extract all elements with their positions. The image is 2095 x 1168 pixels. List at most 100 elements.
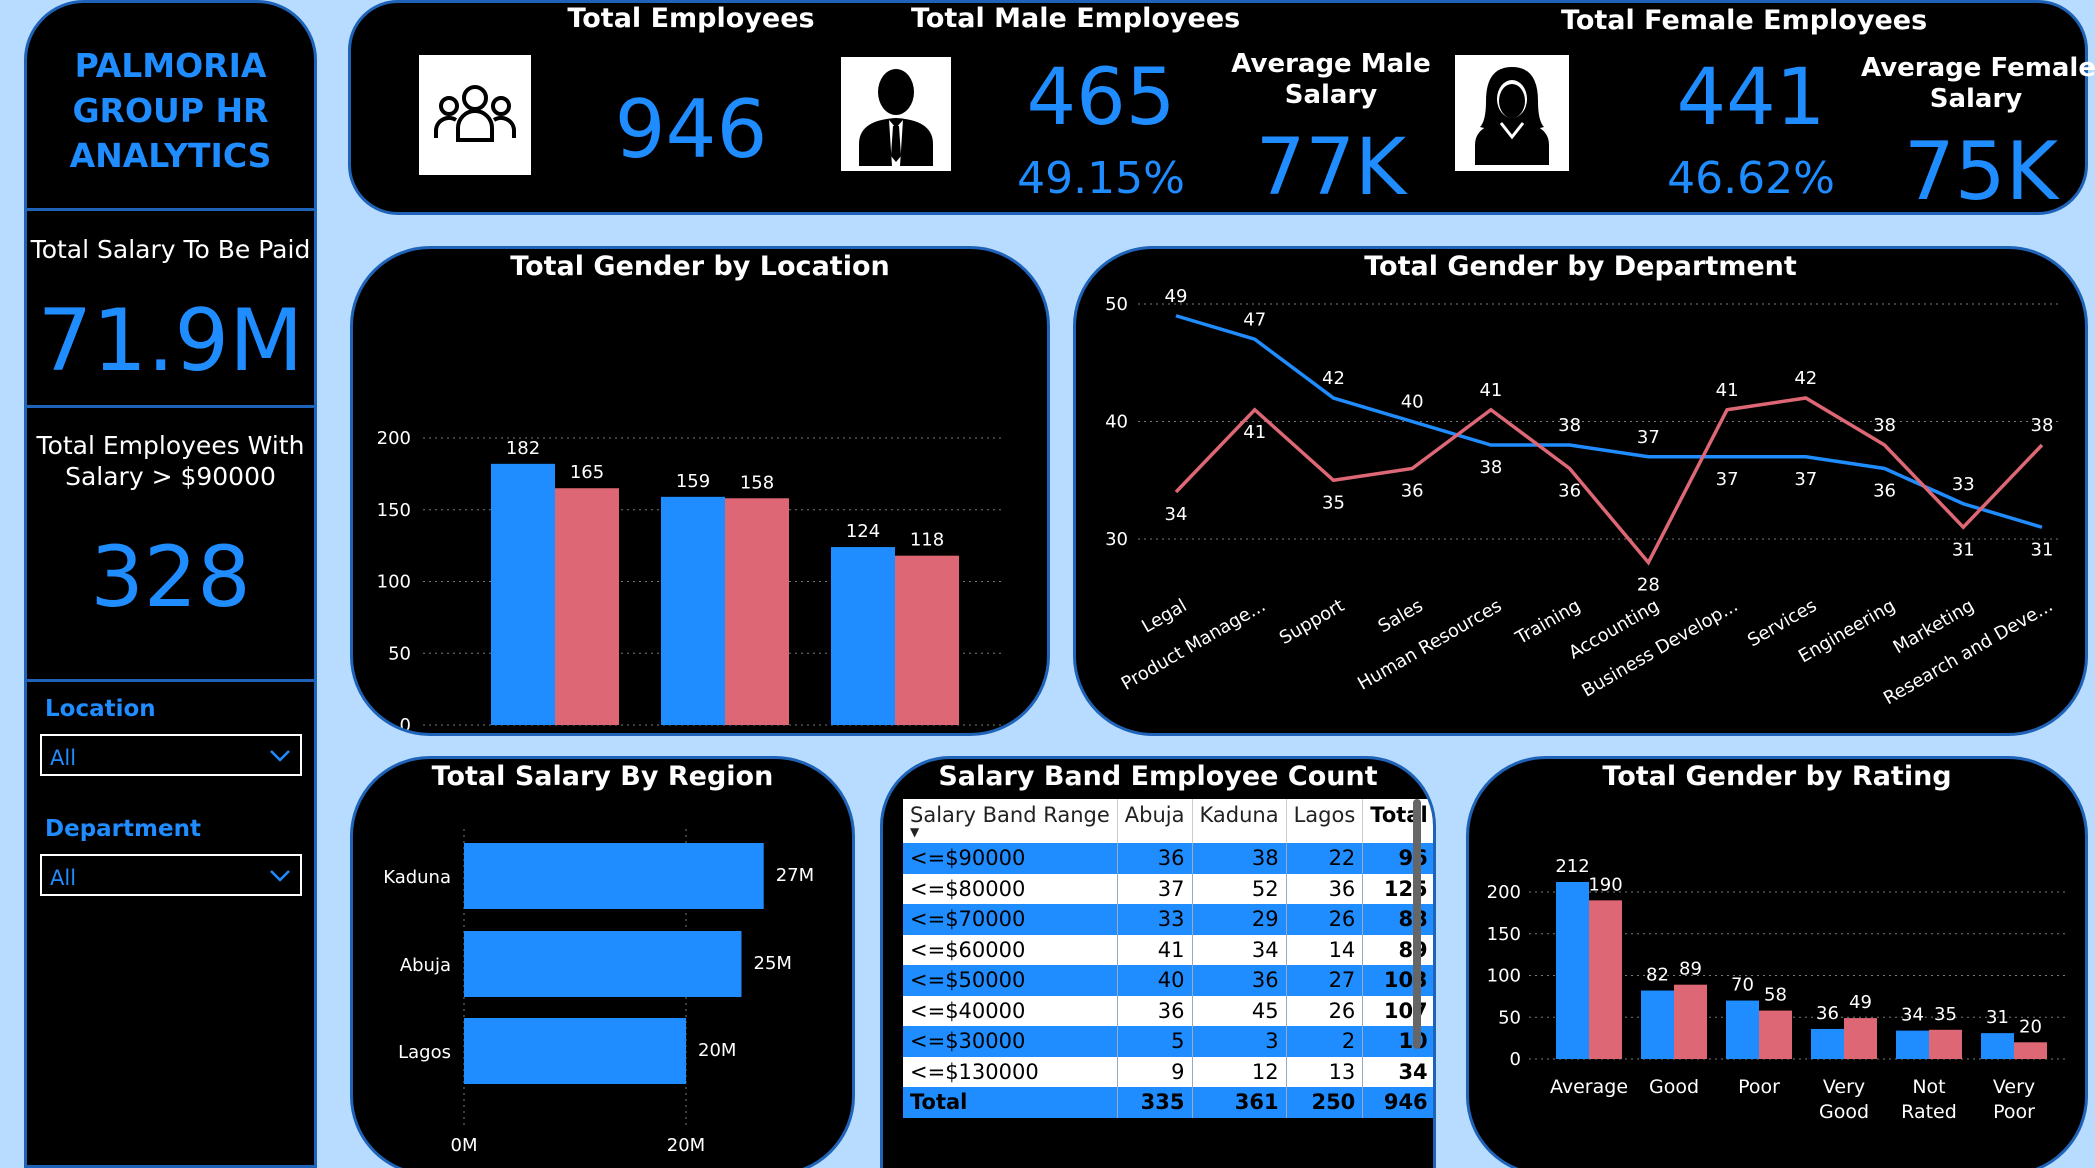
gender-by-location-chart: 050100150200182165Kaduna159158Abuja12411… — [377, 428, 1003, 731]
table-cell: 27 — [1286, 965, 1364, 996]
sidebar-divider — [27, 208, 314, 211]
high-salary-label: Total Employees With Salary > $90000 — [27, 430, 314, 492]
gender-by-department-chart: 30 40 50 49 47 42 40 38 38 37 37 37 36 33 31 34 41 35 36 41… — [1105, 286, 2061, 709]
x-tick-label: Good — [1819, 1101, 1869, 1123]
report-title-line: GROUP HR — [72, 91, 269, 130]
table-cell: 2 — [1286, 1026, 1364, 1057]
table-cell: 34 — [1362, 1056, 1433, 1087]
column-header-label: Salary Band Range — [910, 803, 1110, 827]
data-label: 82 — [1646, 965, 1669, 986]
female-percentage: 46.62% — [1667, 153, 1835, 204]
table-cell: Total — [903, 1087, 1118, 1118]
gender-by-rating-panel: Total Gender by Rating 0 50 100 150 200 212 19… — [1466, 756, 2088, 1168]
female-person-icon — [1455, 55, 1569, 171]
total-employees-label: Total Employees — [567, 3, 815, 34]
bar — [831, 547, 895, 725]
table-row[interactable]: <=$3000053210 — [903, 1026, 1433, 1057]
column-header[interactable]: Abuja — [1117, 799, 1193, 843]
table-row[interactable]: <=$6000041341489 — [903, 934, 1433, 965]
column-header[interactable]: Salary Band Range ▼ — [903, 799, 1118, 843]
table-cell: <=$40000 — [903, 995, 1118, 1026]
data-label: 28 — [1637, 575, 1660, 596]
data-label: 40 — [1401, 392, 1424, 413]
salary-band-panel: Salary Band Employee Count Salary Band R… — [880, 756, 1436, 1168]
sidebar-divider — [27, 405, 314, 408]
column-header[interactable]: Total — [1362, 799, 1433, 843]
table-row[interactable]: <=$7000033292688 — [903, 904, 1433, 935]
data-label: 58 — [1764, 985, 1787, 1006]
data-label: 34 — [1165, 504, 1188, 525]
bar — [464, 1018, 686, 1084]
table-row[interactable]: <=$130000 9 12 13 34 — [903, 1056, 1433, 1087]
data-label: 212 — [1555, 856, 1589, 877]
table-cell: 946 — [1362, 1087, 1433, 1118]
female-person-icon-svg — [1475, 67, 1549, 165]
bar — [1896, 1030, 1929, 1059]
bar — [555, 488, 619, 725]
table-cell: 5 — [1117, 1026, 1193, 1057]
table-cell: 36 — [1286, 873, 1364, 904]
table-row[interactable]: <=$50000 40 36 27 103 — [903, 965, 1433, 996]
x-tick-label: Very — [1823, 1076, 1865, 1098]
x-tick-label: 20M — [667, 1135, 705, 1156]
table-row[interactable]: <=$40000 36 45 26 107 — [903, 995, 1433, 1026]
data-label: 42 — [1322, 368, 1345, 389]
average-female-salary-label-line: Salary — [1929, 84, 2023, 114]
bar — [1556, 881, 1589, 1059]
table-cell: <=$80000 — [903, 873, 1118, 904]
data-label: 38 — [1873, 415, 1896, 436]
data-label: 41 — [1716, 380, 1739, 401]
data-label: 159 — [676, 471, 710, 492]
data-label: 38 — [1479, 457, 1502, 478]
department-slicer-value: All — [50, 866, 77, 890]
column-header[interactable]: Lagos — [1286, 799, 1364, 843]
data-label: 41 — [1479, 380, 1502, 401]
table-cell: 9 — [1117, 1056, 1193, 1087]
high-salary-label-line: Total Employees With — [36, 431, 305, 460]
sort-arrow-icon[interactable]: ▼ — [910, 826, 1110, 838]
bar — [491, 463, 555, 725]
table-cell: 125 — [1362, 873, 1433, 904]
table-row[interactable]: <=$9000036382296 — [903, 843, 1433, 874]
location-slicer[interactable]: All — [40, 734, 302, 776]
data-label: 31 — [2031, 539, 2054, 560]
table-cell: 40 — [1117, 965, 1193, 996]
table-cell: 36 — [1117, 995, 1193, 1026]
y-tick-label: 200 — [377, 428, 411, 449]
table-cell: 103 — [1362, 965, 1433, 996]
bar — [2014, 1042, 2047, 1059]
data-label: 37 — [1794, 469, 1817, 490]
bar — [1929, 1029, 1962, 1059]
table-row[interactable]: <=$80000 37 52 36 125 — [903, 873, 1433, 904]
total-employees-value: 946 — [614, 83, 768, 176]
department-slicer-label: Department — [45, 816, 201, 842]
table-cell: 41 — [1117, 934, 1193, 965]
gender-by-department-panel: Total Gender by Department 30 40 50 49 47 42 4… — [1073, 246, 2088, 736]
table-scrollbar[interactable] — [1413, 799, 1421, 1049]
y-tick-label: 200 — [1487, 882, 1521, 903]
column-header[interactable]: Kaduna — [1192, 799, 1287, 843]
table-cell: 96 — [1362, 843, 1433, 874]
table-cell: 37 — [1117, 873, 1193, 904]
data-label: 38 — [2031, 415, 2054, 436]
table-cell: 12 — [1192, 1056, 1287, 1087]
high-salary-value: 328 — [90, 528, 251, 626]
table-cell: 29 — [1192, 904, 1287, 935]
male-employees-label: Total Male Employees — [911, 3, 1241, 34]
total-salary-label: Total Salary To Be Paid — [30, 235, 311, 264]
male-person-icon — [841, 57, 951, 171]
data-label: 49 — [1165, 286, 1188, 307]
y-tick-label: Lagos — [398, 1042, 451, 1063]
female-employees-label: Total Female Employees — [1561, 5, 1928, 36]
table-cell: <=$130000 — [903, 1056, 1118, 1087]
bar — [661, 496, 725, 725]
female-employees-value: 441 — [1676, 53, 1826, 143]
department-slicer[interactable]: All — [40, 854, 302, 896]
data-label: 42 — [1794, 368, 1817, 389]
table-cell: 250 — [1286, 1087, 1364, 1118]
chevron-down-icon — [270, 750, 290, 762]
x-tick-label: Poor — [1738, 1076, 1780, 1098]
x-tick-label: Sales — [1375, 595, 1427, 637]
table-cell: 26 — [1286, 904, 1364, 935]
data-label: 36 — [1816, 1003, 1839, 1024]
